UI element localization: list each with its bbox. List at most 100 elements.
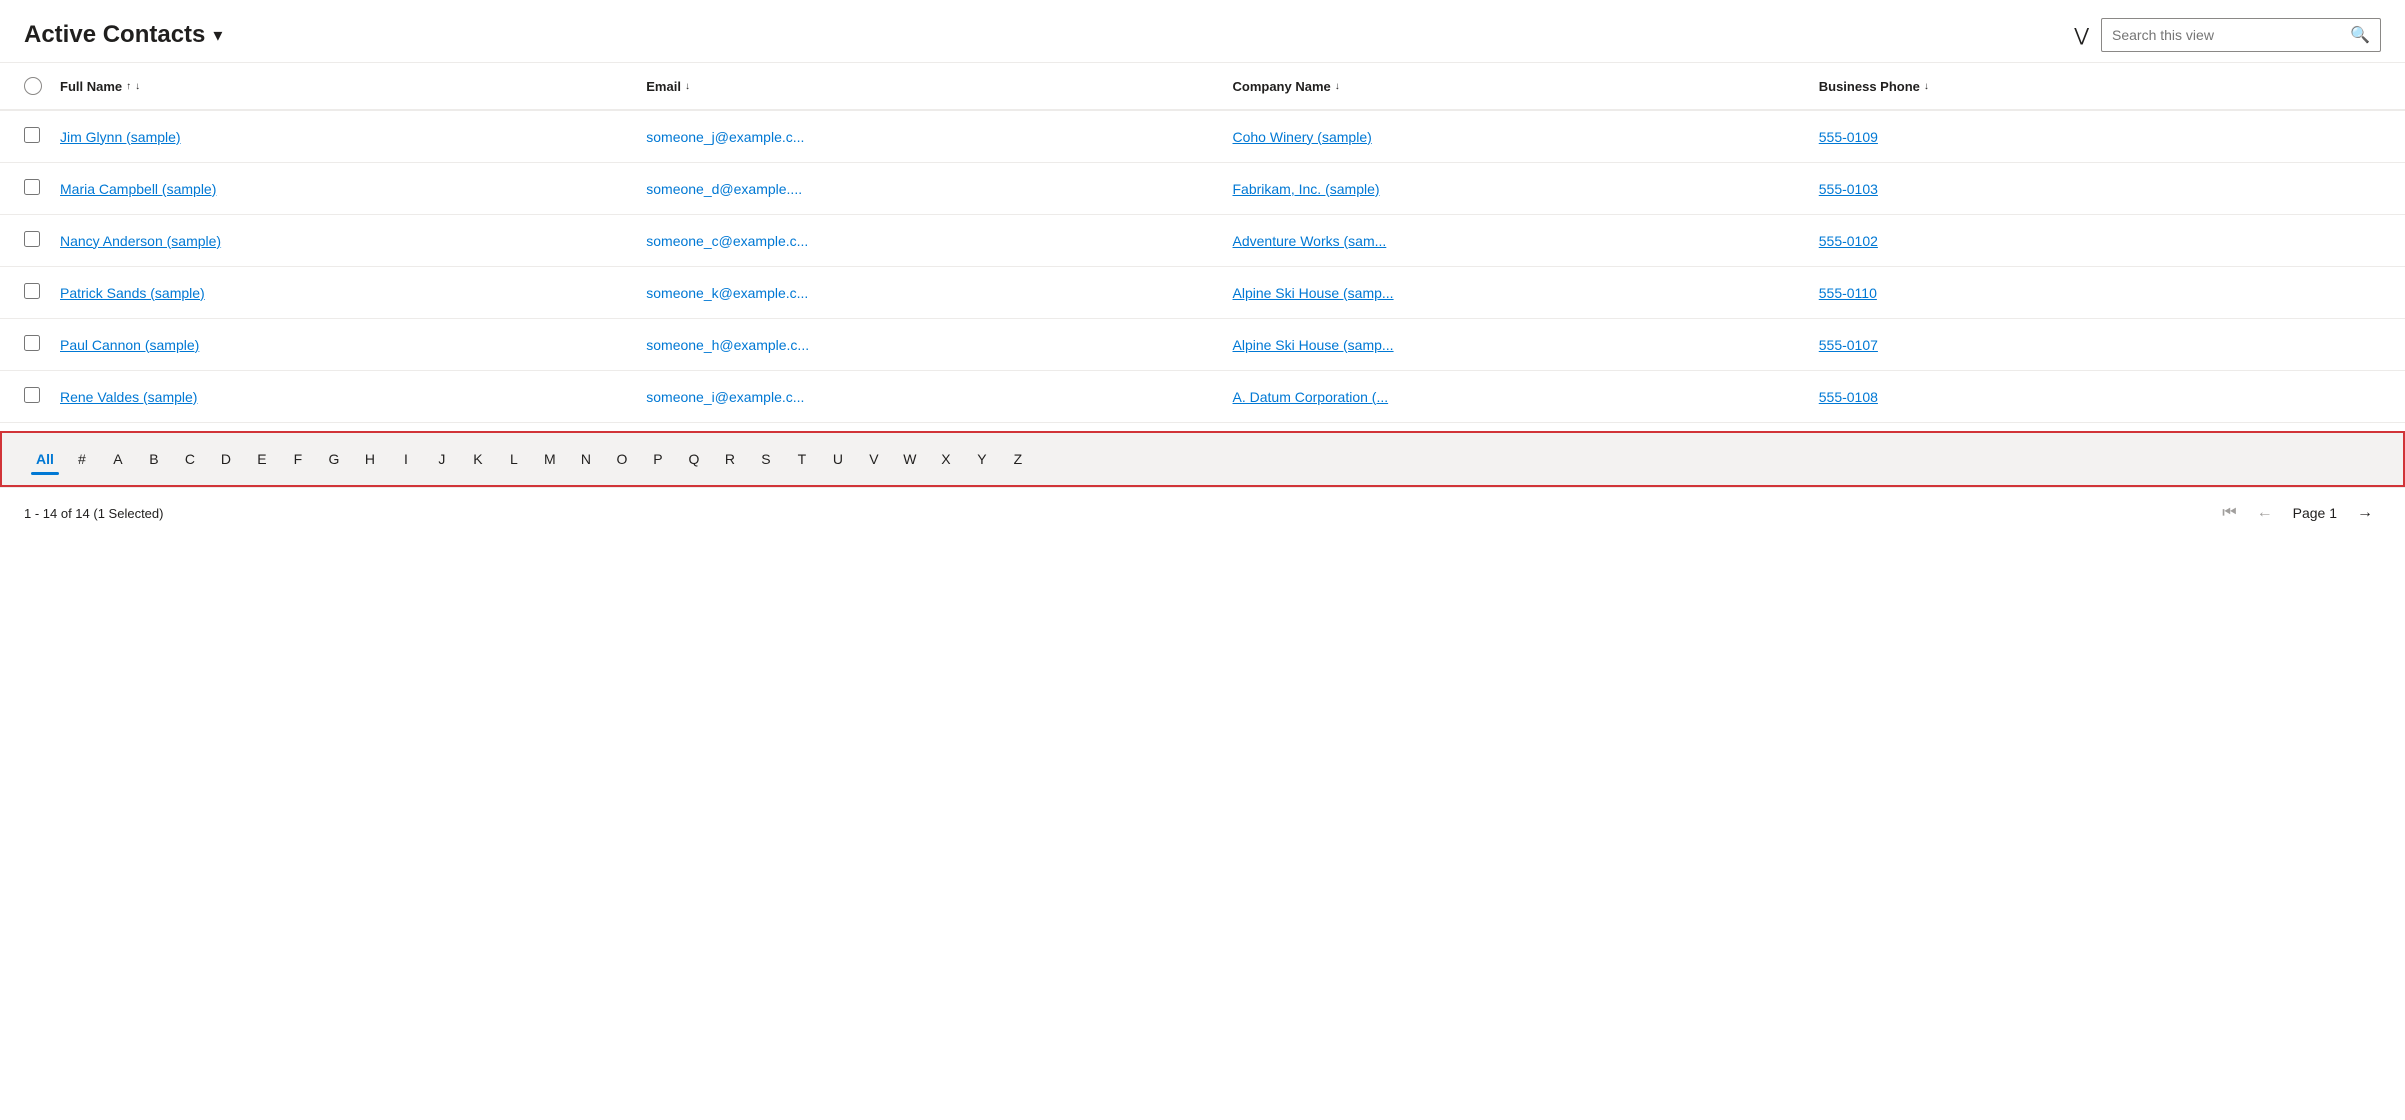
cell-full-name[interactable]: Jim Glynn (sample) xyxy=(60,129,646,145)
cell-company[interactable]: Coho Winery (sample) xyxy=(1233,129,1819,145)
alpha-item-v[interactable]: V xyxy=(856,443,892,475)
select-all-checkbox[interactable] xyxy=(24,77,42,95)
cell-company[interactable]: Alpine Ski House (samp... xyxy=(1233,285,1819,301)
row-checkbox[interactable] xyxy=(24,335,40,351)
phone-link[interactable]: 555-0108 xyxy=(1819,389,1878,405)
alpha-item-d[interactable]: D xyxy=(208,443,244,475)
cell-email[interactable]: someone_d@example.... xyxy=(646,181,1232,197)
alpha-item-c[interactable]: C xyxy=(172,443,208,475)
column-header-full-name[interactable]: Full Name ↑ ↓ xyxy=(60,79,646,94)
full-name-link[interactable]: Paul Cannon (sample) xyxy=(60,337,199,353)
row-checkbox[interactable] xyxy=(24,179,40,195)
row-check-cell[interactable] xyxy=(0,387,60,406)
alpha-item-p[interactable]: P xyxy=(640,443,676,475)
company-link[interactable]: Alpine Ski House (samp... xyxy=(1233,285,1394,301)
company-link[interactable]: Adventure Works (sam... xyxy=(1233,233,1387,249)
cell-company[interactable]: Fabrikam, Inc. (sample) xyxy=(1233,181,1819,197)
row-checkbox[interactable] xyxy=(24,127,40,143)
alpha-item-t[interactable]: T xyxy=(784,443,820,475)
table-row[interactable]: Nancy Anderson (sample) someone_c@exampl… xyxy=(0,215,2405,267)
alpha-item-u[interactable]: U xyxy=(820,443,856,475)
full-name-link[interactable]: Nancy Anderson (sample) xyxy=(60,233,221,249)
row-check-cell[interactable] xyxy=(0,179,60,198)
cell-full-name[interactable]: Paul Cannon (sample) xyxy=(60,337,646,353)
alpha-item-s[interactable]: S xyxy=(748,443,784,475)
alpha-item-f[interactable]: F xyxy=(280,443,316,475)
row-check-cell[interactable] xyxy=(0,127,60,146)
phone-link[interactable]: 555-0107 xyxy=(1819,337,1878,353)
alpha-item-all[interactable]: All xyxy=(26,443,64,475)
alpha-item-r[interactable]: R xyxy=(712,443,748,475)
cell-phone[interactable]: 555-0109 xyxy=(1819,129,2405,145)
cell-email[interactable]: someone_i@example.c... xyxy=(646,389,1232,405)
cell-email[interactable]: someone_j@example.c... xyxy=(646,129,1232,145)
alpha-item-a[interactable]: A xyxy=(100,443,136,475)
alpha-item-n[interactable]: N xyxy=(568,443,604,475)
full-name-link[interactable]: Patrick Sands (sample) xyxy=(60,285,205,301)
alpha-item-j[interactable]: J xyxy=(424,443,460,475)
phone-link[interactable]: 555-0109 xyxy=(1819,129,1878,145)
row-check-cell[interactable] xyxy=(0,335,60,354)
row-checkbox[interactable] xyxy=(24,387,40,403)
cell-email[interactable]: someone_h@example.c... xyxy=(646,337,1232,353)
company-link[interactable]: Coho Winery (sample) xyxy=(1233,129,1372,145)
search-input[interactable] xyxy=(2112,27,2350,43)
table-row[interactable]: Rene Valdes (sample) someone_i@example.c… xyxy=(0,371,2405,423)
company-link[interactable]: Alpine Ski House (samp... xyxy=(1233,337,1394,353)
search-box[interactable]: 🔍 xyxy=(2101,18,2381,52)
table-row[interactable]: Jim Glynn (sample) someone_j@example.c..… xyxy=(0,111,2405,163)
alpha-item-w[interactable]: W xyxy=(892,443,928,475)
cell-company[interactable]: Adventure Works (sam... xyxy=(1233,233,1819,249)
cell-phone[interactable]: 555-0107 xyxy=(1819,337,2405,353)
alpha-item-#[interactable]: # xyxy=(64,443,100,475)
alpha-item-y[interactable]: Y xyxy=(964,443,1000,475)
first-page-button[interactable]: ⏮ xyxy=(2214,500,2244,526)
phone-link[interactable]: 555-0103 xyxy=(1819,181,1878,197)
next-page-button[interactable]: → xyxy=(2349,500,2381,526)
row-check-cell[interactable] xyxy=(0,231,60,250)
alpha-item-b[interactable]: B xyxy=(136,443,172,475)
row-checkbox[interactable] xyxy=(24,283,40,299)
cell-email[interactable]: someone_c@example.c... xyxy=(646,233,1232,249)
cell-company[interactable]: Alpine Ski House (samp... xyxy=(1233,337,1819,353)
alpha-item-g[interactable]: G xyxy=(316,443,352,475)
table-row[interactable]: Maria Campbell (sample) someone_d@exampl… xyxy=(0,163,2405,215)
alpha-item-q[interactable]: Q xyxy=(676,443,712,475)
row-check-cell[interactable] xyxy=(0,283,60,302)
full-name-link[interactable]: Rene Valdes (sample) xyxy=(60,389,197,405)
alpha-item-l[interactable]: L xyxy=(496,443,532,475)
full-name-link[interactable]: Maria Campbell (sample) xyxy=(60,181,216,197)
column-header-business-phone[interactable]: Business Phone ↓ xyxy=(1819,79,2405,94)
cell-full-name[interactable]: Rene Valdes (sample) xyxy=(60,389,646,405)
filter-icon[interactable]: ⋁ xyxy=(2074,25,2089,46)
alpha-item-o[interactable]: O xyxy=(604,443,640,475)
column-header-company-name[interactable]: Company Name ↓ xyxy=(1233,79,1819,94)
title-dropdown-icon[interactable]: ▾ xyxy=(213,25,222,46)
alpha-item-x[interactable]: X xyxy=(928,443,964,475)
full-name-link[interactable]: Jim Glynn (sample) xyxy=(60,129,181,145)
cell-phone[interactable]: 555-0110 xyxy=(1819,285,2405,301)
column-header-email[interactable]: Email ↓ xyxy=(646,79,1232,94)
alpha-item-h[interactable]: H xyxy=(352,443,388,475)
alpha-item-z[interactable]: Z xyxy=(1000,443,1036,475)
cell-phone[interactable]: 555-0108 xyxy=(1819,389,2405,405)
phone-link[interactable]: 555-0102 xyxy=(1819,233,1878,249)
alpha-item-m[interactable]: M xyxy=(532,443,568,475)
company-link[interactable]: A. Datum Corporation (... xyxy=(1233,389,1389,405)
cell-company[interactable]: A. Datum Corporation (... xyxy=(1233,389,1819,405)
cell-full-name[interactable]: Maria Campbell (sample) xyxy=(60,181,646,197)
cell-email[interactable]: someone_k@example.c... xyxy=(646,285,1232,301)
cell-full-name[interactable]: Nancy Anderson (sample) xyxy=(60,233,646,249)
company-link[interactable]: Fabrikam, Inc. (sample) xyxy=(1233,181,1380,197)
table-row[interactable]: Paul Cannon (sample) someone_h@example.c… xyxy=(0,319,2405,371)
cell-phone[interactable]: 555-0103 xyxy=(1819,181,2405,197)
cell-full-name[interactable]: Patrick Sands (sample) xyxy=(60,285,646,301)
alpha-item-i[interactable]: I xyxy=(388,443,424,475)
prev-page-button[interactable]: ← xyxy=(2249,500,2281,526)
phone-link[interactable]: 555-0110 xyxy=(1819,285,1877,301)
select-all-cell[interactable] xyxy=(0,77,60,95)
table-row[interactable]: Patrick Sands (sample) someone_k@example… xyxy=(0,267,2405,319)
alpha-item-k[interactable]: K xyxy=(460,443,496,475)
row-checkbox[interactable] xyxy=(24,231,40,247)
alpha-item-e[interactable]: E xyxy=(244,443,280,475)
